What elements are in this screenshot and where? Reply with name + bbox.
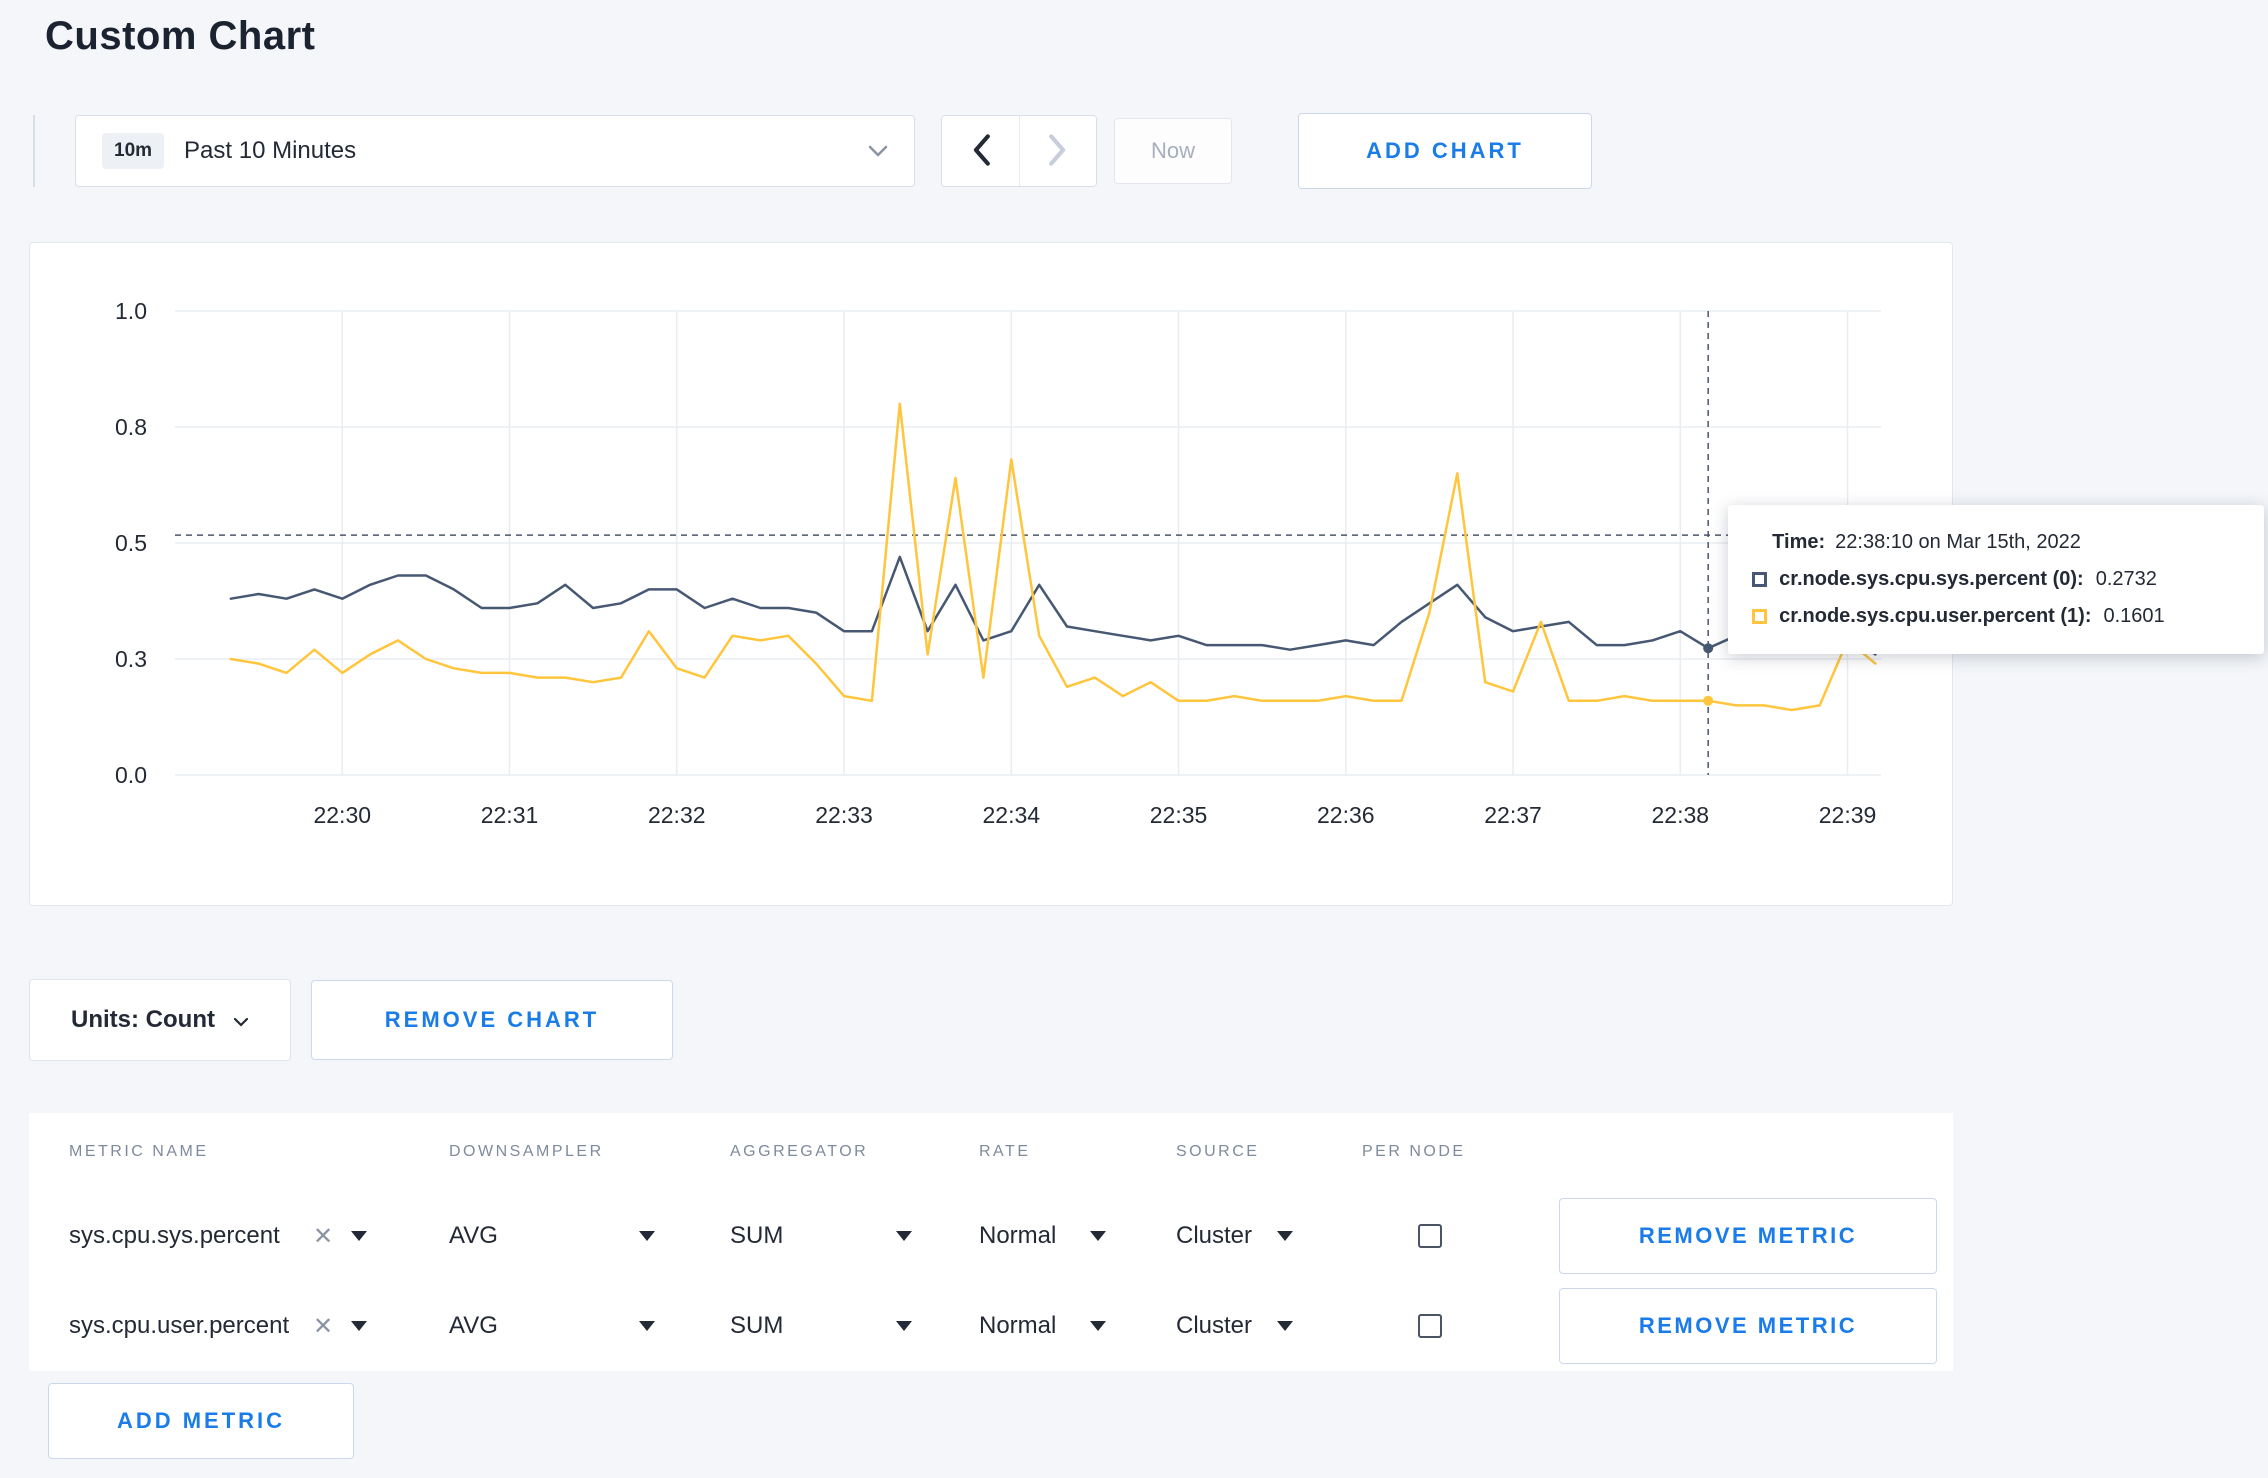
add-chart-button[interactable]: ADD CHART (1298, 113, 1592, 189)
page-title: Custom Chart (45, 14, 316, 58)
now-button[interactable]: Now (1114, 118, 1232, 184)
svg-text:1.0: 1.0 (115, 298, 147, 324)
metrics-table: METRIC NAME DOWNSAMPLER AGGREGATOR RATE … (29, 1113, 1953, 1371)
svg-text:22:38: 22:38 (1652, 802, 1710, 828)
rate-value: Normal (979, 1222, 1057, 1249)
remove-chart-button[interactable]: REMOVE CHART (311, 980, 673, 1060)
svg-text:22:32: 22:32 (648, 802, 706, 828)
tooltip-time-row: Time: 22:38:10 on Mar 15th, 2022 (1772, 531, 2240, 554)
col-header-aggregator: AGGREGATOR (730, 1143, 869, 1160)
col-header-actions (1559, 1113, 1953, 1191)
per-node-checkbox[interactable] (1418, 1224, 1442, 1248)
col-header-rate: RATE (979, 1143, 1031, 1160)
units-label: Units: Count (71, 1006, 215, 1033)
per-node-checkbox[interactable] (1418, 1314, 1442, 1338)
downsampler-select[interactable]: AVG (449, 1312, 655, 1340)
timeseries-chart[interactable]: 0.0 0.3 0.5 0.8 1.0 22:30 22:31 22:32 22:33 22:34… (30, 243, 1952, 905)
rate-select[interactable]: Normal (979, 1222, 1106, 1250)
aggregator-select[interactable]: SUM (730, 1312, 912, 1340)
toolbar-divider (33, 115, 35, 187)
tooltip-series-row: cr.node.sys.cpu.user.percent (1): 0.1601 (1752, 605, 2240, 628)
tooltip-series-value: 0.1601 (2103, 605, 2165, 627)
custom-chart-page: Custom Chart 10m Past 10 Minutes Now ADD… (0, 0, 2268, 1459)
svg-text:22:34: 22:34 (982, 802, 1040, 828)
col-header-downsampler: DOWNSAMPLER (449, 1143, 604, 1160)
svg-text:0.0: 0.0 (115, 762, 147, 788)
prev-time-button[interactable] (942, 116, 1019, 186)
metric-name: sys.cpu.user.percent (69, 1312, 290, 1339)
downsampler-select[interactable]: AVG (449, 1222, 655, 1250)
select-caret-icon (639, 1231, 655, 1241)
svg-text:22:39: 22:39 (1819, 802, 1877, 828)
metric-name-select[interactable]: sys.cpu.user.percent ✕ (69, 1312, 375, 1341)
chart-controls: Units: Count REMOVE CHART (29, 979, 2268, 1061)
metric-name-select[interactable]: sys.cpu.sys.percent ✕ (69, 1222, 375, 1251)
col-header-metric-name: METRIC NAME (69, 1143, 209, 1160)
svg-text:22:31: 22:31 (481, 802, 539, 828)
toolbar: 10m Past 10 Minutes Now ADD CHART (33, 113, 2268, 189)
series-user-swatch-icon (1752, 609, 1768, 624)
add-metric-button[interactable]: ADD METRIC (48, 1383, 354, 1459)
next-time-button[interactable] (1019, 116, 1096, 186)
table-row: sys.cpu.user.percent ✕ (69, 1281, 449, 1371)
aggregator-select[interactable]: SUM (730, 1222, 912, 1250)
select-caret-icon (351, 1231, 368, 1241)
source-select[interactable]: Cluster (1176, 1222, 1293, 1250)
units-dropdown[interactable]: Units: Count (29, 979, 291, 1061)
chevron-left-icon (970, 133, 992, 170)
select-caret-icon (1277, 1321, 1293, 1331)
select-caret-icon (896, 1321, 912, 1331)
chevron-right-icon (1047, 133, 1069, 170)
svg-text:0.3: 0.3 (115, 646, 147, 672)
clear-metric-icon[interactable]: ✕ (313, 1222, 333, 1251)
time-nav-group (941, 115, 1097, 187)
tooltip-series-label: cr.node.sys.cpu.sys.percent (0): (1779, 568, 2084, 590)
remove-metric-button[interactable]: REMOVE METRIC (1559, 1288, 1937, 1364)
col-header-per-node: PER NODE (1362, 1143, 1466, 1160)
aggregator-value: SUM (730, 1312, 784, 1339)
clear-metric-icon[interactable]: ✕ (313, 1312, 333, 1341)
tooltip-time-value: 22:38:10 on Mar 15th, 2022 (1835, 531, 2081, 553)
select-caret-icon (1090, 1321, 1106, 1331)
metric-name: sys.cpu.sys.percent (69, 1222, 280, 1249)
remove-metric-button[interactable]: REMOVE METRIC (1559, 1198, 1937, 1274)
svg-text:22:36: 22:36 (1317, 802, 1375, 828)
rate-select[interactable]: Normal (979, 1312, 1106, 1340)
source-select[interactable]: Cluster (1176, 1312, 1293, 1340)
tooltip-series-label: cr.node.sys.cpu.user.percent (1): (1779, 605, 2092, 627)
rate-value: Normal (979, 1312, 1057, 1339)
table-row: sys.cpu.sys.percent ✕ (69, 1191, 449, 1281)
svg-text:22:35: 22:35 (1150, 802, 1208, 828)
series-sys-swatch-icon (1752, 572, 1768, 587)
timescale-dropdown[interactable]: 10m Past 10 Minutes (75, 115, 915, 187)
source-value: Cluster (1176, 1222, 1253, 1249)
svg-text:0.5: 0.5 (115, 530, 147, 556)
select-caret-icon (1090, 1231, 1106, 1241)
select-caret-icon (1277, 1231, 1293, 1241)
svg-text:0.8: 0.8 (115, 414, 147, 440)
downsampler-value: AVG (449, 1312, 498, 1339)
select-caret-icon (896, 1231, 912, 1241)
downsampler-value: AVG (449, 1222, 498, 1249)
col-header-source: SOURCE (1176, 1143, 1260, 1160)
select-caret-icon (351, 1321, 368, 1331)
timescale-label: Past 10 Minutes (184, 137, 357, 164)
chart-tooltip: Time: 22:38:10 on Mar 15th, 2022 cr.node.… (1728, 505, 2265, 654)
aggregator-value: SUM (730, 1222, 784, 1249)
chevron-down-icon (868, 145, 888, 157)
svg-text:22:33: 22:33 (815, 802, 873, 828)
svg-text:22:37: 22:37 (1484, 802, 1542, 828)
tooltip-time-label: Time: (1772, 531, 1826, 553)
timescale-badge: 10m (102, 133, 165, 169)
svg-text:22:30: 22:30 (313, 802, 371, 828)
source-value: Cluster (1176, 1312, 1253, 1339)
chevron-down-icon (233, 1006, 249, 1034)
select-caret-icon (639, 1321, 655, 1331)
chart-card: 0.0 0.3 0.5 0.8 1.0 22:30 22:31 22:32 22:33 22:34… (29, 242, 2265, 906)
tooltip-series-value: 0.2732 (2095, 568, 2157, 590)
tooltip-series-row: cr.node.sys.cpu.sys.percent (0): 0.2732 (1752, 568, 2240, 591)
